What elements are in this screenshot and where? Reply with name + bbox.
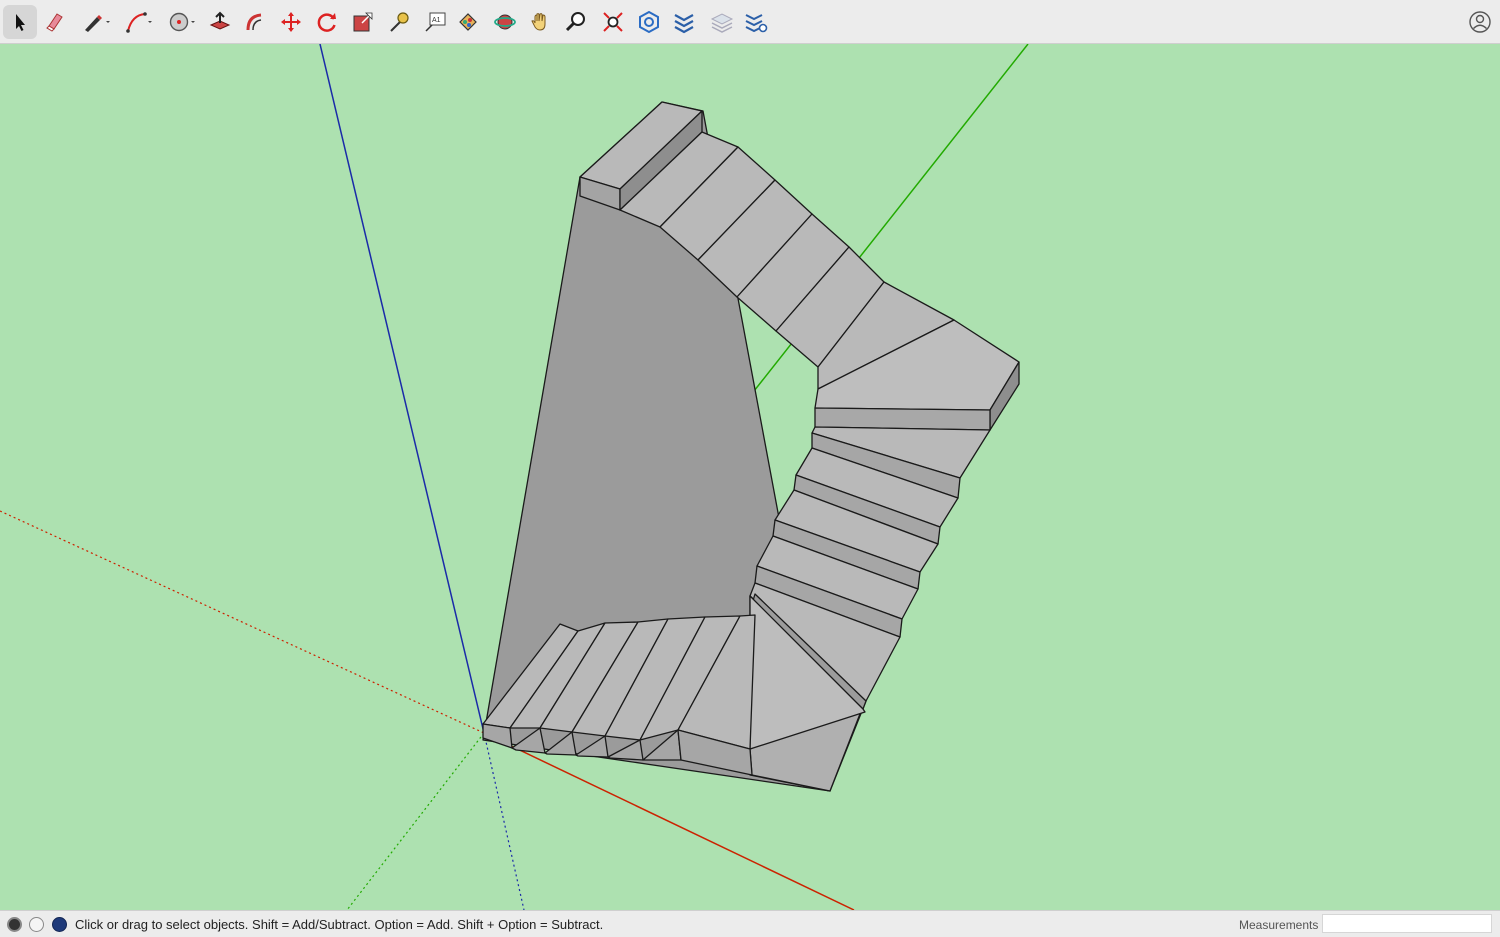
zoom-extents-tool-button[interactable] [596,5,630,39]
layout-button[interactable] [705,5,739,39]
layout-icon [710,13,734,33]
hand-icon [531,13,546,31]
warehouse-icon [639,10,659,34]
bottom-step-riser-1 [482,723,513,749]
tape-measure-icon [390,12,409,32]
status-message: Click or drag to select objects. Shift =… [75,917,604,932]
extension-manager-icon [745,14,768,33]
help-icon[interactable] [52,917,67,932]
extension-warehouse-icon [674,14,694,34]
text-tool-button[interactable]: A1 [418,5,452,39]
3d-warehouse-button[interactable] [632,5,666,39]
winder-riser [814,407,991,431]
green-axis-negative [346,732,485,910]
svg-text:A1: A1 [432,17,441,24]
account-button[interactable] [1463,5,1497,39]
extension-manager-button[interactable] [739,5,773,39]
tape-measure-tool-button[interactable] [382,5,416,39]
pan-tool-button[interactable] [524,5,558,39]
arrow-cursor-icon [16,14,25,31]
orbit-tool-button[interactable] [488,5,522,39]
pencil-icon [85,15,110,32]
staircase-model[interactable] [482,101,1020,792]
arc-icon [126,12,152,33]
eraser-icon [46,13,63,32]
move-arrows-icon [281,12,301,32]
extension-warehouse-button[interactable] [667,5,701,39]
rotate-tool-button[interactable] [310,5,344,39]
eraser-tool-button[interactable] [38,5,72,39]
paint-bucket-icon [459,13,477,31]
red-axis-negative [0,510,485,734]
measurements-label: Measurements [1239,918,1319,932]
text-label-icon: A1 [425,12,446,32]
arc-tool-button[interactable] [120,5,158,39]
orbit-icon [494,14,516,30]
offset-tool-button[interactable] [238,5,272,39]
status-bar: Click or drag to select objects. Shift =… [0,910,1500,937]
scale-tool-button[interactable] [346,5,380,39]
rotate-icon [317,13,336,32]
shape-tool-button[interactable] [163,5,201,39]
push-pull-tool-button[interactable] [203,5,237,39]
magnifier-icon [565,12,585,32]
zoom-extents-icon [603,12,623,32]
move-tool-button[interactable] [274,5,308,39]
geo-location-icon[interactable] [7,917,22,932]
push-pull-icon [209,11,231,30]
blue-axis [319,44,485,734]
scale-icon [353,12,373,32]
blue-axis-negative [483,732,525,910]
main-toolbar: A1 [0,0,1500,44]
scene-canvas[interactable] [0,44,1500,910]
zoom-tool-button[interactable] [559,5,593,39]
line-tool-button[interactable] [76,5,116,39]
offset-icon [246,13,262,31]
info-icon[interactable] [29,917,44,932]
paint-bucket-tool-button[interactable] [451,5,485,39]
select-tool-button[interactable] [3,5,37,39]
user-account-icon [1469,11,1491,33]
circle-shape-icon [169,12,195,32]
measurements-input[interactable] [1322,914,1492,933]
model-viewport[interactable] [0,44,1500,910]
